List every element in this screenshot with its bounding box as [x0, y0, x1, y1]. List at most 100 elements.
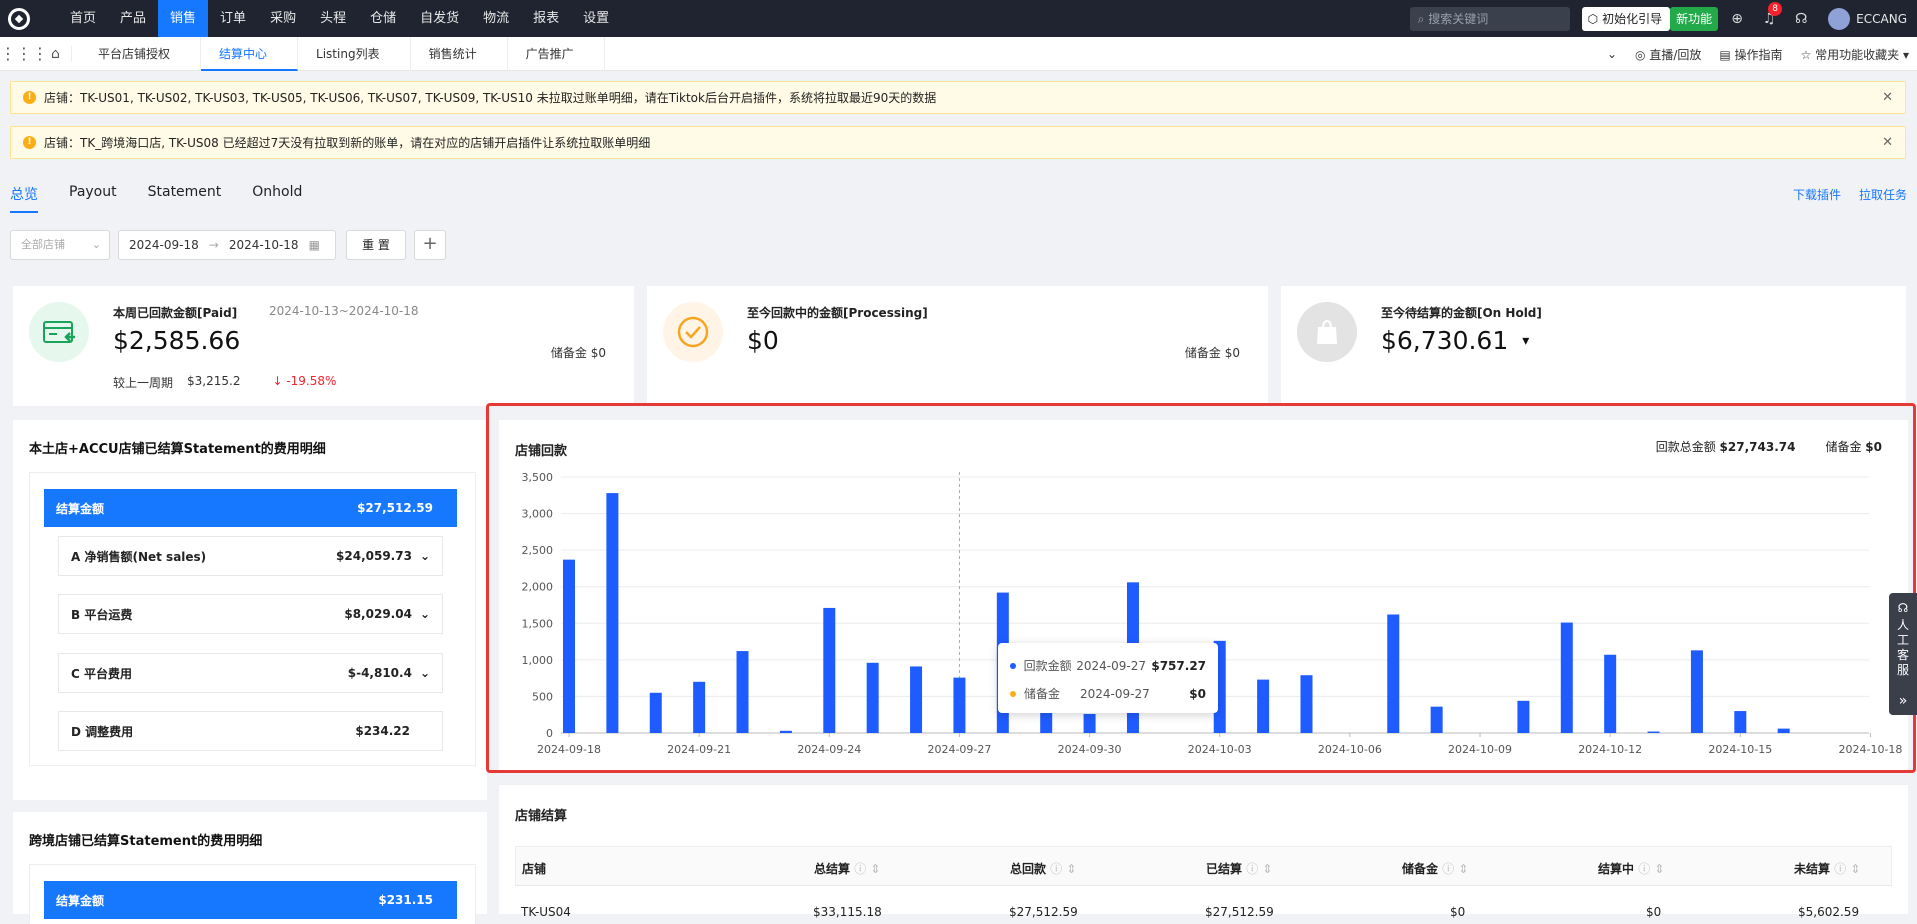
customer-service-tab[interactable]: ☊ 人工客服 »	[1889, 593, 1917, 715]
new-feature-button[interactable]: 新功能	[1670, 6, 1719, 31]
chevron-down-icon[interactable]: ⌄	[420, 607, 430, 621]
bar[interactable]	[1777, 728, 1790, 733]
close-icon[interactable]: ✕	[1882, 135, 1893, 150]
x-tick-label: 2024-10-09	[1448, 743, 1512, 756]
col-store: 店铺	[522, 862, 547, 876]
date-range-picker[interactable]: 2024-09-18 → 2024-10-18 ▦	[118, 230, 336, 260]
collapse-icon[interactable]: »	[1889, 694, 1917, 709]
sort-icon[interactable]: ⇕	[1458, 862, 1468, 876]
bar[interactable]	[779, 730, 792, 733]
bar[interactable]	[606, 493, 619, 733]
bar[interactable]	[693, 681, 706, 733]
nav-item[interactable]: 销售	[158, 0, 209, 37]
nav-item[interactable]: 头程	[308, 0, 358, 37]
kpi-reserve: 储备金 $0	[1184, 346, 1240, 360]
subnav-tab[interactable]: 销售统计	[411, 36, 508, 71]
bar[interactable]	[1083, 713, 1096, 733]
sort-icon[interactable]: ⇕	[1850, 862, 1860, 876]
alert-text: 店铺：TK-US01, TK-US02, TK-US03, TK-US05, T…	[44, 91, 937, 105]
bell-icon[interactable]: ♫ 8	[1756, 0, 1783, 37]
download-plugin-link[interactable]: 下载插件	[1793, 186, 1841, 203]
breakdown-row[interactable]: B 平台运费 $8,029.04 ⌄	[58, 594, 443, 634]
nav-item[interactable]: 订单	[208, 0, 258, 37]
guide-link[interactable]: ▤ 操作指南	[1719, 46, 1782, 63]
bar[interactable]	[563, 559, 575, 733]
apps-grid-icon[interactable]: ⋮⋮⋮	[0, 44, 48, 63]
nav-item[interactable]: 采购	[258, 0, 308, 37]
bar[interactable]	[1517, 700, 1530, 733]
chevron-down-icon[interactable]: ⌄	[420, 549, 430, 563]
nav-item[interactable]: 产品	[108, 0, 158, 37]
col-total-payout[interactable]: 总回款 ⓘ ⇕	[1010, 860, 1076, 877]
tab-onhold[interactable]: Onhold	[252, 184, 302, 212]
nav-item[interactable]: 仓储	[358, 0, 408, 37]
nav-item[interactable]: 物流	[471, 0, 521, 37]
add-button[interactable]: +	[414, 230, 446, 260]
subnav-tab[interactable]: 结算中心	[201, 36, 299, 71]
bar[interactable]	[649, 692, 662, 733]
tooltip-value: $757.27	[1151, 658, 1207, 673]
x-tick-label: 2024-10-15	[1708, 743, 1772, 756]
store-select[interactable]: 全部店铺 ⌄	[10, 230, 110, 260]
bar[interactable]	[1560, 622, 1573, 733]
sort-icon[interactable]: ⇕	[1262, 862, 1272, 876]
live-replay-link[interactable]: ◎ 直播/回放	[1635, 46, 1701, 63]
chevron-down-icon[interactable]: ⌄	[1607, 47, 1617, 61]
tooltip-row: 储备金 2024-09-27 $0	[1010, 685, 1206, 702]
sort-icon[interactable]: ⇕	[870, 862, 880, 876]
bar[interactable]	[736, 651, 749, 733]
col-settled[interactable]: 已结算 ⓘ ⇕	[1206, 860, 1272, 877]
subnav-tab[interactable]: Listing列表	[298, 36, 411, 71]
bar[interactable]	[866, 662, 879, 733]
date-start[interactable]: 2024-09-18	[129, 231, 199, 259]
bar[interactable]	[823, 607, 836, 733]
headset-icon[interactable]: ☊	[1788, 0, 1814, 37]
bar[interactable]	[1387, 614, 1400, 733]
caret-down-icon[interactable]: ▾	[1522, 333, 1529, 349]
bar[interactable]	[1734, 711, 1747, 733]
sort-icon[interactable]: ⇕	[1066, 862, 1076, 876]
tab-payout[interactable]: Payout	[69, 184, 117, 212]
bar[interactable]	[910, 666, 923, 733]
sort-icon[interactable]: ⇕	[1654, 862, 1664, 876]
breakdown-row[interactable]: C 平台费用 $-4,810.4 ⌄	[58, 653, 443, 693]
avatar[interactable]	[1828, 7, 1851, 30]
bar[interactable]	[1647, 731, 1660, 733]
username[interactable]: ECCANG	[1856, 12, 1907, 26]
close-icon[interactable]: ✕	[1882, 90, 1893, 105]
date-end[interactable]: 2024-10-18	[229, 231, 299, 259]
nav-item[interactable]: 报表	[521, 0, 571, 37]
nav-item[interactable]: 设置	[571, 0, 621, 37]
reset-button[interactable]: 重 置	[346, 230, 406, 260]
subnav-tab[interactable]: 广告推广	[508, 36, 605, 71]
cell-store[interactable]: TK-US04	[521, 905, 571, 919]
col-reserve[interactable]: 储备金 ⓘ ⇕	[1402, 860, 1468, 877]
tab-overview[interactable]: 总览	[10, 184, 38, 212]
bar[interactable]	[1300, 675, 1313, 733]
help-icon: ⓘ	[1638, 862, 1651, 876]
breakdown-row[interactable]: A 净销售额(Net sales) $24,059.73 ⌄	[58, 536, 443, 576]
col-total-settle[interactable]: 总结算 ⓘ ⇕	[814, 860, 880, 877]
col-processing[interactable]: 结算中 ⓘ ⇕	[1598, 860, 1664, 877]
home-icon[interactable]: ⌂	[40, 45, 72, 62]
bar[interactable]	[1257, 679, 1270, 733]
search-placeholder: 搜索关键词	[1428, 11, 1489, 26]
subnav-tab[interactable]: 平台店铺授权	[80, 36, 202, 71]
bar[interactable]	[953, 677, 966, 733]
col-unsettled[interactable]: 未结算 ⓘ ⇕	[1794, 860, 1860, 877]
nav-item[interactable]: 首页	[58, 0, 108, 37]
bar[interactable]	[1430, 706, 1443, 733]
global-search-input[interactable]: ⌕ 搜索关键词	[1409, 6, 1570, 31]
tab-statement[interactable]: Statement	[148, 184, 222, 212]
fetch-task-link[interactable]: 拉取任务	[1859, 186, 1907, 203]
nav-item[interactable]: 自发货	[408, 0, 471, 37]
bar[interactable]	[1604, 654, 1617, 733]
favorites-link[interactable]: ☆ 常用功能收藏夹 ▾	[1801, 46, 1909, 63]
series-dot-icon	[1010, 662, 1016, 669]
app-logo[interactable]	[0, 0, 38, 37]
chevron-down-icon[interactable]: ⌄	[420, 666, 430, 680]
download-icon[interactable]: ⊕	[1724, 0, 1750, 37]
bar[interactable]	[1690, 650, 1703, 733]
payout-bar-chart[interactable]: 0 500 1,000 1,500 2,000 2,500 3,000 3,500 2024-0…	[499, 420, 1908, 770]
init-guide-button[interactable]: ⬡ 初始化引导	[1581, 6, 1671, 31]
